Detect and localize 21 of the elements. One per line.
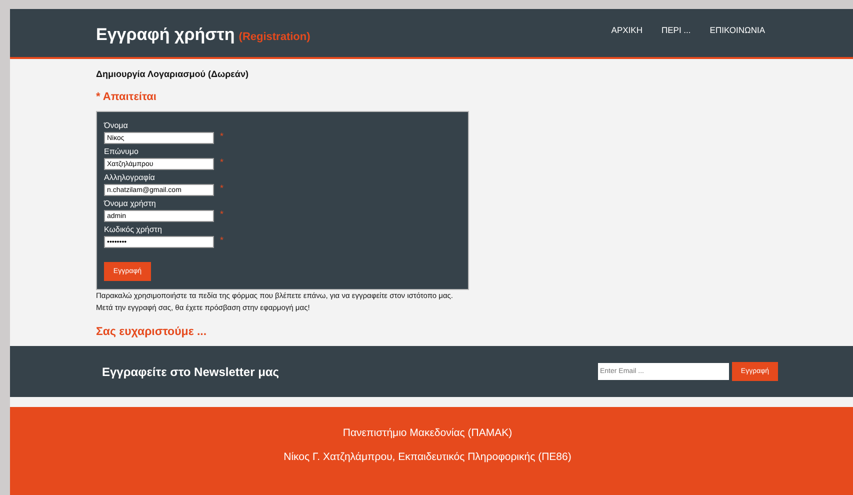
required-mark: * <box>220 210 224 218</box>
required-note: * Απαιτείται <box>96 91 158 103</box>
page-title: Εγγραφή χρήστη <box>96 25 235 45</box>
nav-link[interactable]: ΠΕΡΙ ... <box>661 25 691 35</box>
field-label: Αλληλογραφία <box>104 172 156 184</box>
footer-text: Πανεπιστήμιο Μακεδονίας (ΠΑΜΑΚ) <box>342 427 512 439</box>
required-mark: * <box>220 236 224 244</box>
required-mark: * <box>220 184 224 192</box>
nav-link[interactable]: ΑΡΧΙΚΗ <box>611 25 642 35</box>
footer-text: Νίκος Γ. Χατζηλάμπρου, Εκπαιδευτικός Πληροφορικής (ΠΕ86) <box>284 451 572 463</box>
required-mark: * <box>220 132 224 140</box>
field-label: Όνομα <box>104 120 129 132</box>
field-label: Επώνυμο <box>104 146 140 158</box>
nav-link[interactable]: ΕΠΙΚΟΙΝΩΝΙΑ <box>710 25 765 35</box>
field-label: Κωδικός χρήστη <box>104 224 163 236</box>
field-label: Όνομα χρήστη <box>104 198 157 210</box>
required-mark: * <box>220 158 224 166</box>
newsletter-title: Εγγραφείτε στο Newsletter μας <box>102 364 280 378</box>
thanks-text: Σας ευχαριστούμε ... <box>96 326 208 338</box>
page-subtitle: (Registration) <box>238 31 310 43</box>
section-heading: Δημιουργία Λογαριασμού (Δωρεάν) <box>96 69 250 79</box>
